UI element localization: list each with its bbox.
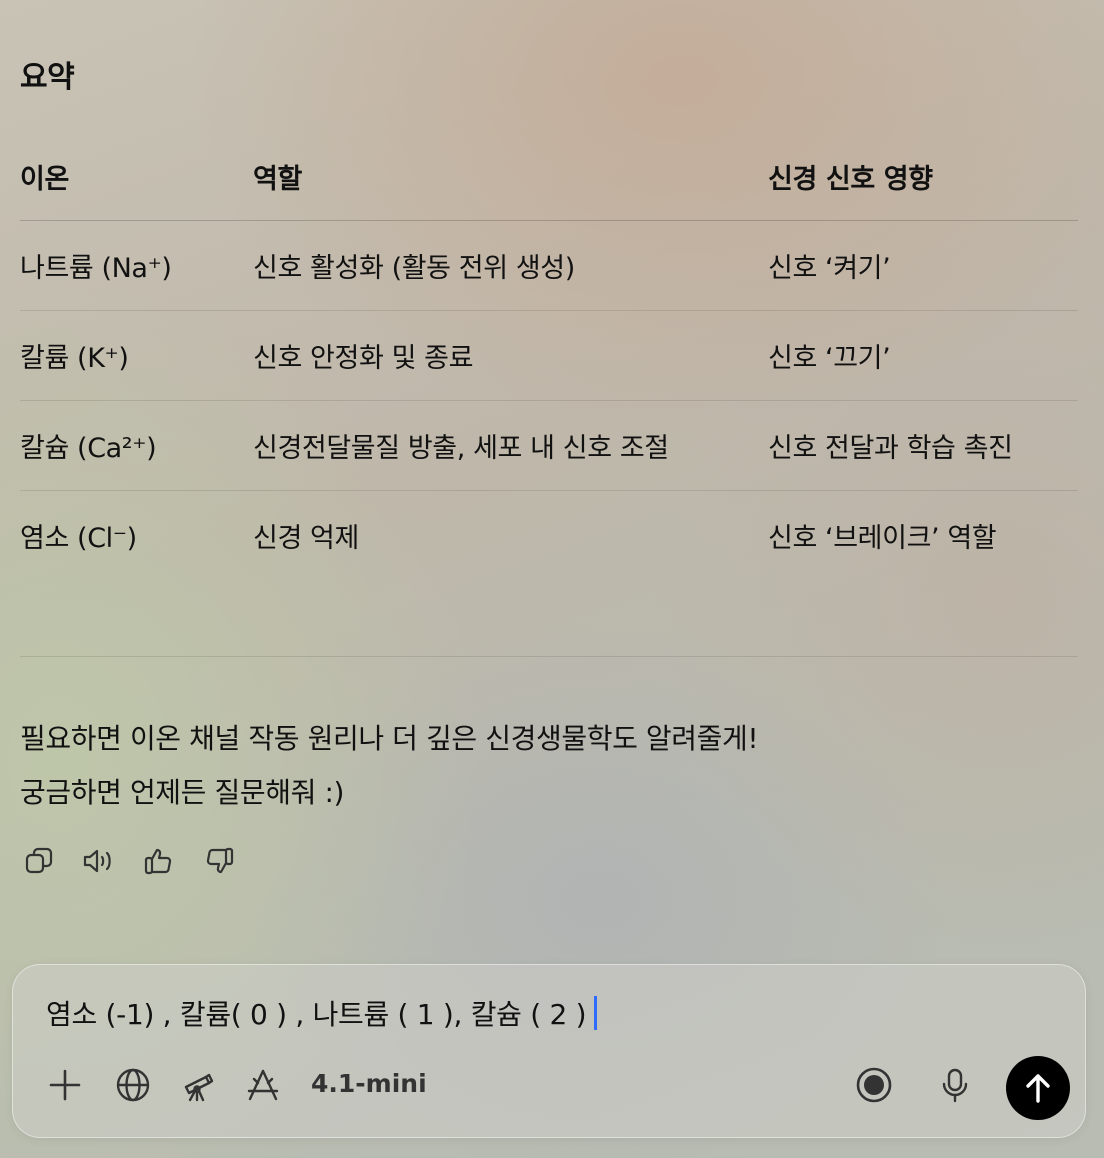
message-actions <box>20 842 238 880</box>
assistant-message: 필요하면 이온 채널 작동 원리나 더 깊은 신경생물학도 알려줄게! 궁금하면… <box>20 712 759 820</box>
table-header-row: 이온 역할 신경 신호 영향 <box>20 132 1078 221</box>
cell-role: 신호 안정화 및 종료 <box>253 310 768 401</box>
plus-icon <box>49 1069 81 1101</box>
prompt-input[interactable]: 염소 (-1) , 칼륨( 0 ) , 나트륨 ( 1 ), 칼슘 ( 2 ) <box>46 989 598 1037</box>
cell-effect: 신호 ‘브레이크’ 역할 <box>768 523 997 554</box>
cell-ion: 나트륨 (Na⁺) <box>20 220 253 311</box>
ion-summary-table: 이온 역할 신경 신호 영향 나트륨 (Na⁺) 신호 활성화 (활동 전위 생… <box>20 132 1078 580</box>
copy-icon <box>25 847 53 874</box>
header-role: 역할 <box>253 132 768 221</box>
cell-effect: 신호 ‘켜기’ <box>768 220 1078 311</box>
section-divider <box>20 656 1078 657</box>
send-arrow-icon <box>1026 1074 1050 1103</box>
cell-effect: 신호 ‘끄기’ <box>768 310 1078 401</box>
cell-role: 신경 억제 <box>253 523 359 554</box>
deep-research-button[interactable] <box>179 1065 219 1105</box>
read-aloud-button[interactable] <box>80 842 118 880</box>
send-button[interactable] <box>1006 1056 1070 1120</box>
summary-heading: 요약 <box>20 60 75 95</box>
prompt-input-text: 염소 (-1) , 칼륨( 0 ) , 나트륨 ( 1 ), 칼슘 ( 2 ) <box>46 998 587 1031</box>
globe-icon <box>116 1068 150 1102</box>
microphone-icon <box>942 1068 968 1103</box>
model-selector[interactable]: 4.1-mini <box>311 1069 427 1098</box>
table-row: 나트륨 (Na⁺) 신호 활성화 (활동 전위 생성) 신호 ‘켜기’ <box>20 220 1078 311</box>
cell-ion: 염소 (Cl⁻) <box>20 523 137 554</box>
text-caret <box>594 996 598 1030</box>
header-ion: 이온 <box>20 132 253 221</box>
thumbs-down-button[interactable] <box>200 842 238 880</box>
thumbs-down-icon <box>206 847 234 874</box>
cell-ion: 칼륨 (K⁺) <box>20 310 253 401</box>
voice-mode-button[interactable] <box>854 1065 894 1105</box>
cell-ion: 칼슘 (Ca²⁺) <box>20 400 253 491</box>
voice-mode-icon <box>856 1067 892 1103</box>
speaker-icon <box>83 849 111 873</box>
cell-role: 신경전달물질 방출, 세포 내 신호 조절 <box>253 400 768 491</box>
tools-icon <box>247 1069 279 1101</box>
thumbs-up-button[interactable] <box>140 842 178 880</box>
message-line: 필요하면 이온 채널 작동 원리나 더 깊은 신경생물학도 알려줄게! <box>20 722 759 755</box>
table-row: 칼륨 (K⁺) 신호 안정화 및 종료 신호 ‘끄기’ <box>20 310 1078 401</box>
web-search-button[interactable] <box>113 1065 153 1105</box>
cell-effect: 신호 전달과 학습 촉진 <box>768 400 1078 491</box>
attach-button[interactable] <box>45 1065 85 1105</box>
message-line: 궁금하면 언제든 질문해줘 :) <box>20 776 345 809</box>
header-effect: 신경 신호 영향 <box>768 132 1078 221</box>
telescope-icon <box>184 1073 214 1102</box>
message-composer: 염소 (-1) , 칼륨( 0 ) , 나트륨 ( 1 ), 칼슘 ( 2 ) … <box>12 964 1086 1138</box>
copy-button[interactable] <box>20 842 58 880</box>
table-row: 염소 (Cl⁻) 신경 억제 신호 ‘브레이크’ 역할 <box>20 491 1078 581</box>
thumbs-up-icon <box>144 848 172 875</box>
table-row: 칼슘 (Ca²⁺) 신경전달물질 방출, 세포 내 신호 조절 신호 전달과 학… <box>20 400 1078 491</box>
dictation-button[interactable] <box>935 1065 975 1105</box>
cell-role: 신호 활성화 (활동 전위 생성) <box>253 220 768 311</box>
tools-button[interactable] <box>243 1065 283 1105</box>
